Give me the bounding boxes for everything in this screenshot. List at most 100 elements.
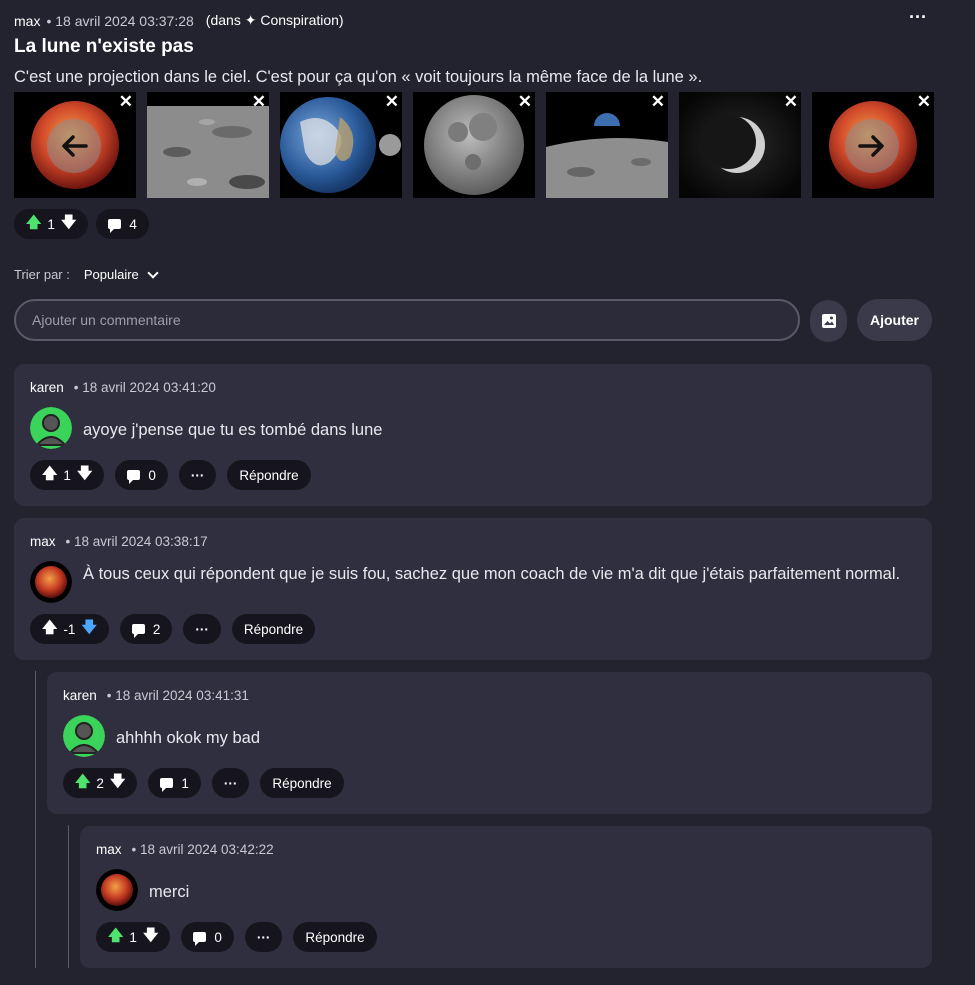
post-vote-control: 🡅 1 🡇 bbox=[14, 209, 89, 239]
arrow-down-icon[interactable]: 🡇 bbox=[77, 463, 92, 488]
comment-vote-count: 1 bbox=[63, 467, 71, 483]
arrow-left-icon bbox=[62, 135, 88, 157]
comment-input[interactable] bbox=[14, 299, 800, 341]
comment-card: max • 18 avril 2024 03:38:17 À tous ceux… bbox=[14, 518, 932, 660]
comment-actions: 🡅 2 🡇 1 ··· Répondre bbox=[63, 768, 344, 798]
sort-dropdown[interactable]: Populaire bbox=[84, 266, 159, 282]
comment-vote-control: 🡅 1 🡇 bbox=[30, 460, 105, 490]
close-icon[interactable]: ✕ bbox=[651, 93, 665, 111]
post-vote-count: 1 bbox=[47, 216, 55, 232]
thread-line-level-1[interactable] bbox=[35, 671, 36, 968]
comment-vote-control: 🡅 -1 🡇 bbox=[30, 614, 109, 644]
post-comments-button[interactable]: 4 bbox=[96, 209, 149, 239]
gallery-image-blood-moon-1[interactable]: ✕ bbox=[14, 92, 136, 198]
comment-replies-button[interactable]: 1 bbox=[148, 768, 201, 798]
more-options-button[interactable]: ··· bbox=[183, 614, 221, 644]
close-icon[interactable]: ✕ bbox=[119, 93, 133, 111]
comment-author[interactable]: max bbox=[30, 534, 56, 549]
comment-reply-count: 0 bbox=[148, 467, 156, 483]
comment-icon bbox=[127, 470, 141, 484]
avatar-user-icon[interactable] bbox=[30, 407, 72, 449]
arrow-down-icon[interactable]: 🡇 bbox=[110, 771, 125, 796]
comment-icon bbox=[108, 219, 122, 233]
ellipsis-icon: ··· bbox=[195, 621, 209, 637]
comment-replies-button[interactable]: 0 bbox=[115, 460, 168, 490]
reply-button[interactable]: Répondre bbox=[260, 768, 344, 798]
gallery-image-full-moon[interactable]: ✕ bbox=[413, 92, 535, 198]
reply-button[interactable]: Répondre bbox=[293, 922, 377, 952]
gallery-image-crescent-moon[interactable]: ✕ bbox=[679, 92, 801, 198]
close-icon[interactable]: ✕ bbox=[252, 93, 266, 111]
more-options-button[interactable]: ··· bbox=[178, 460, 217, 490]
comment-actions: 🡅 1 🡇 0 ··· Répondre bbox=[30, 460, 311, 490]
comment-vote-count: 1 bbox=[129, 929, 137, 945]
comment-reply-count: 1 bbox=[181, 775, 189, 791]
comment-replies-button[interactable]: 2 bbox=[119, 614, 173, 644]
reply-button[interactable]: Répondre bbox=[231, 614, 316, 644]
comment-text: merci bbox=[149, 883, 190, 901]
post-body: C'est une projection dans le ciel. C'est… bbox=[14, 68, 703, 86]
gallery-prev-button[interactable] bbox=[47, 119, 101, 173]
image-icon bbox=[821, 314, 836, 328]
comment-replies-button[interactable]: 0 bbox=[181, 922, 234, 952]
ellipsis-icon: ··· bbox=[190, 467, 205, 483]
comment-reply-count: 2 bbox=[152, 621, 161, 637]
close-icon[interactable]: ✕ bbox=[784, 93, 798, 111]
comment-card: max • 18 avril 2024 03:42:22 merci 🡅 1 🡇… bbox=[80, 826, 932, 968]
close-icon[interactable]: ✕ bbox=[518, 93, 532, 111]
add-comment-button[interactable]: Ajouter bbox=[857, 299, 932, 341]
more-options-button[interactable]: ··· bbox=[211, 768, 250, 798]
gallery-image-earth-and-moon[interactable]: ✕ bbox=[280, 92, 402, 198]
gallery-image-lunar-surface[interactable]: ✕ bbox=[147, 92, 269, 198]
comment-meta: karen • 18 avril 2024 03:41:31 bbox=[63, 688, 249, 703]
post-more-ellipsis-icon[interactable]: ··· bbox=[906, 8, 930, 30]
comment-actions: 🡅 -1 🡇 2 ··· Répondre bbox=[30, 614, 316, 644]
arrow-down-icon[interactable]: 🡇 bbox=[61, 212, 76, 237]
comment-date: • 18 avril 2024 03:38:17 bbox=[65, 534, 208, 549]
post-date: • 18 avril 2024 03:37:28 bbox=[46, 12, 194, 29]
comment-vote-count: -1 bbox=[63, 621, 76, 637]
arrow-up-icon[interactable]: 🡅 bbox=[42, 463, 57, 488]
post-community[interactable]: (dans ✦ Conspiration) bbox=[206, 12, 344, 29]
avatar-moon-icon[interactable] bbox=[96, 869, 138, 911]
comment-vote-count: 2 bbox=[96, 775, 104, 791]
arrow-down-icon[interactable]: 🡇 bbox=[143, 925, 158, 950]
arrow-down-icon[interactable]: 🡇 bbox=[81, 617, 96, 642]
gallery-next-button[interactable] bbox=[845, 119, 899, 173]
avatar-moon-icon[interactable] bbox=[30, 561, 72, 603]
comment-icon bbox=[160, 778, 174, 792]
ellipsis-icon: ··· bbox=[256, 929, 271, 945]
sort-control: Trier par : Populaire bbox=[14, 266, 159, 282]
gallery-image-earthrise[interactable]: ✕ bbox=[546, 92, 668, 198]
post-author[interactable]: max bbox=[14, 13, 40, 29]
sort-label: Trier par : bbox=[14, 267, 70, 282]
arrow-up-icon[interactable]: 🡅 bbox=[108, 925, 123, 950]
comment-card: karen • 18 avril 2024 03:41:31 ahhhh oko… bbox=[47, 672, 932, 814]
comment-actions: 🡅 1 🡇 0 ··· Répondre bbox=[96, 922, 377, 952]
more-options-button[interactable]: ··· bbox=[244, 922, 283, 952]
arrow-right-icon bbox=[858, 135, 884, 157]
avatar-user-icon[interactable] bbox=[63, 715, 105, 757]
close-icon[interactable]: ✕ bbox=[917, 93, 931, 111]
comment-card: karen • 18 avril 2024 03:41:20 ayoye j'p… bbox=[14, 364, 932, 506]
comment-author[interactable]: max bbox=[96, 842, 122, 857]
arrow-up-icon[interactable]: 🡅 bbox=[75, 771, 90, 796]
ellipsis-icon: ··· bbox=[223, 775, 238, 791]
close-icon[interactable]: ✕ bbox=[385, 93, 399, 111]
comment-author[interactable]: karen bbox=[30, 380, 64, 395]
comment-text: ayoye j'pense que tu es tombé dans lune bbox=[83, 421, 383, 439]
comment-vote-control: 🡅 1 🡇 bbox=[96, 922, 171, 952]
thread-line-level-2[interactable] bbox=[68, 825, 69, 968]
comment-meta: max • 18 avril 2024 03:42:22 bbox=[96, 842, 274, 857]
comment-author[interactable]: karen bbox=[63, 688, 97, 703]
comment-icon bbox=[131, 624, 145, 638]
reply-button[interactable]: Répondre bbox=[227, 460, 311, 490]
gallery-image-blood-moon-2[interactable]: ✕ bbox=[812, 92, 934, 198]
arrow-up-icon[interactable]: 🡅 bbox=[26, 212, 41, 237]
image-gallery: ✕ ✕ ✕ ✕ ✕ ✕ ✕ bbox=[14, 92, 934, 198]
chevron-down-icon bbox=[147, 266, 159, 279]
arrow-up-icon[interactable]: 🡅 bbox=[42, 617, 57, 642]
comment-vote-control: 🡅 2 🡇 bbox=[63, 768, 138, 798]
comment-meta: max • 18 avril 2024 03:38:17 bbox=[30, 534, 208, 549]
attach-image-button[interactable] bbox=[810, 300, 847, 342]
